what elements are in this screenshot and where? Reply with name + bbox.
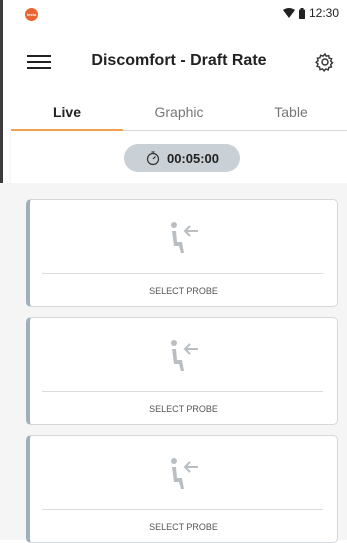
probe-card[interactable]: SELECT PROBE (26, 317, 338, 425)
seated-person-draft-icon (170, 340, 198, 371)
status-time: 12:30 (308, 6, 339, 20)
timer-bar: 00:05:00 (11, 131, 347, 183)
brand-logo-icon: testo (25, 8, 38, 21)
probe-card[interactable]: SELECT PROBE (26, 199, 338, 307)
tab-graphic[interactable]: Graphic (123, 96, 235, 130)
select-probe-label: SELECT PROBE (149, 286, 218, 296)
card-divider (42, 509, 323, 510)
status-bar: testo 12:30 (11, 0, 347, 28)
tab-table[interactable]: Table (235, 96, 347, 130)
wifi-icon (282, 8, 295, 18)
select-probe-label: SELECT PROBE (149, 522, 218, 532)
app-bar: Discomfort - Draft Rate (11, 40, 347, 84)
seated-person-draft-icon (170, 222, 198, 253)
card-divider (42, 273, 323, 274)
tab-live[interactable]: Live (11, 96, 123, 131)
tab-bar: Live Graphic Table (11, 96, 347, 131)
page-title: Discomfort - Draft Rate (91, 52, 267, 69)
gear-icon (315, 52, 334, 72)
timer-value: 00:05:00 (166, 150, 220, 166)
timer-chip[interactable]: 00:05:00 (124, 144, 240, 172)
card-divider (42, 391, 323, 392)
probe-card-list: SELECT PROBE SELECT PROBE SELECT PROBE (0, 183, 347, 543)
status-indicators: 12:30 (282, 6, 339, 20)
probe-card[interactable]: SELECT PROBE (26, 435, 338, 543)
stopwatch-icon (146, 151, 160, 166)
battery-icon (298, 7, 305, 19)
seated-person-draft-icon (170, 458, 198, 489)
select-probe-label: SELECT PROBE (149, 404, 218, 414)
settings-button[interactable] (313, 50, 337, 74)
